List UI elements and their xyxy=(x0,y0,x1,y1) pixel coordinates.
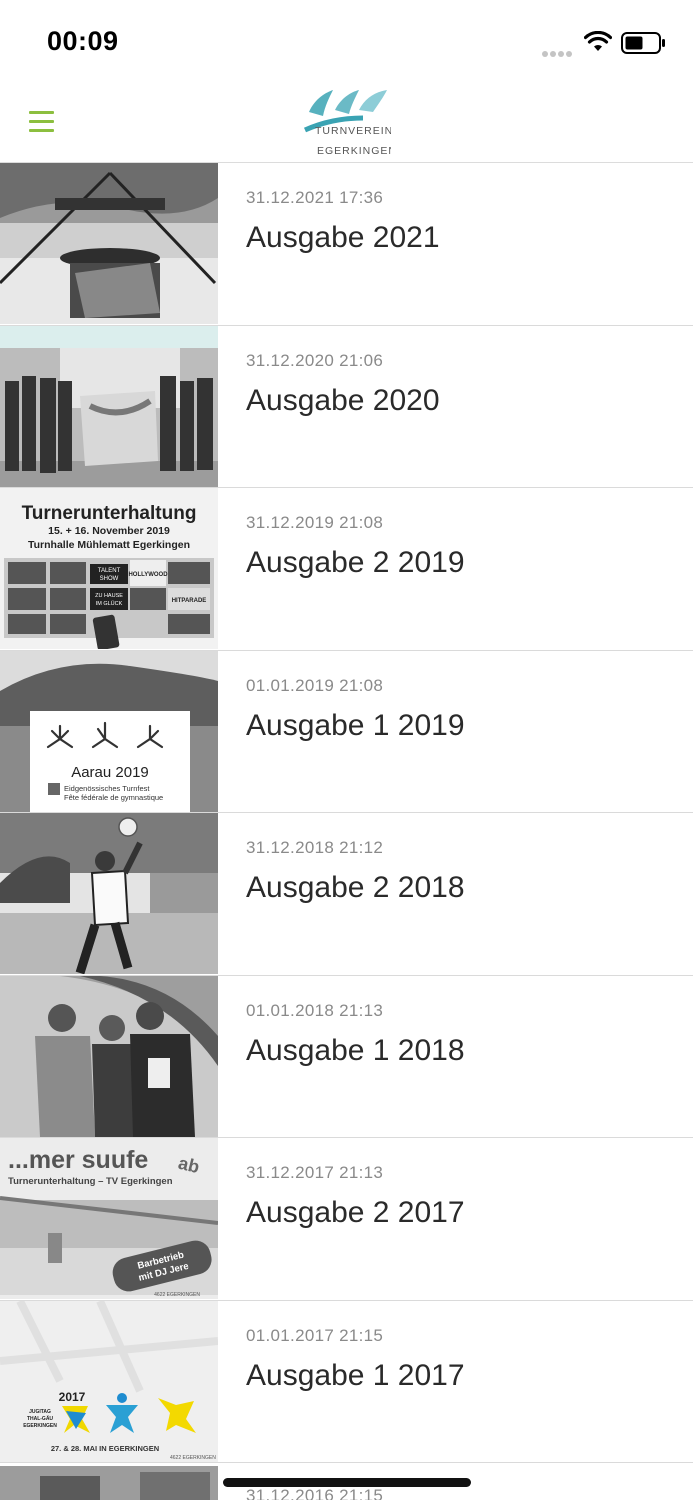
thumb-tile-label: HOLLYWOOD xyxy=(128,572,168,578)
issue-title: Ausgabe 2021 xyxy=(246,221,440,254)
logo-text-line1: TURNVEREIN xyxy=(315,125,391,137)
thumb-heading: ...mer suufe xyxy=(8,1146,148,1174)
issue-title: Ausgabe 2 2019 xyxy=(246,546,465,579)
issue-title: Ausgabe 1 2017 xyxy=(246,1358,465,1392)
thumb-tile-label: IM GLÜCK xyxy=(96,600,123,607)
thumb-caption: 27. & 28. MAI IN EGERKINGEN xyxy=(51,1444,159,1453)
thumb-subline: 15. + 16. November 2019 xyxy=(48,525,170,537)
issue-date: 31.12.2017 21:13 xyxy=(246,1163,384,1182)
thumb-logo-text: JUGITAG xyxy=(29,1409,51,1415)
thumb-tile-label: ZU HAUSE xyxy=(95,593,123,599)
thumb-subline: Turnhalle Mühlematt Egerkingen xyxy=(28,539,190,551)
logo-text-line2: EGERKINGEN xyxy=(317,145,391,157)
thumb-footer: 4622 EGERKINGEN xyxy=(170,1455,216,1461)
wifi-icon xyxy=(584,31,612,51)
issue-date: 31.12.2019 21:08 xyxy=(246,513,384,532)
list-item[interactable]: Aarau 2019 Eidgenössisches Turnfest Fête… xyxy=(0,650,693,813)
issue-thumbnail: 2017 JUGITAG THAL-GÄU EGERKINGEN 27. & 2… xyxy=(0,1300,218,1462)
issue-title: Ausgabe 1 2018 xyxy=(246,1033,465,1067)
turnverein-egerkingen-logo: TURNVEREIN EGERKINGEN xyxy=(303,90,391,157)
issue-thumbnail xyxy=(0,325,218,487)
cellular-signal-icon xyxy=(542,44,574,62)
issue-list[interactable]: 31.12.2021 17:36 Ausgabe 2021 31.12.2020… xyxy=(0,163,693,1463)
thumb-subline: Fête fédérale de gymnastique xyxy=(64,793,163,802)
issue-thumbnail xyxy=(0,975,218,1137)
issue-thumbnail xyxy=(0,813,218,974)
issue-thumbnail: Aarau 2019 Eidgenössisches Turnfest Fête… xyxy=(0,650,218,812)
list-item[interactable]: ...mer suufe ab Turnerunterhaltung – TV … xyxy=(0,1138,693,1301)
issue-title: Ausgabe 1 2019 xyxy=(246,708,465,742)
thumb-tile-label: SHOW xyxy=(100,576,119,582)
thumb-heading: Aarau 2019 xyxy=(71,764,149,781)
issue-date: 31.12.2021 17:36 xyxy=(246,188,384,207)
issue-title: Ausgabe 2020 xyxy=(246,383,440,417)
thumb-tile-label: HITPARADE xyxy=(172,598,207,604)
app-header: TURNVEREIN EGERKINGEN xyxy=(0,88,693,163)
list-item[interactable]: 2017 JUGITAG THAL-GÄU EGERKINGEN 27. & 2… xyxy=(0,1300,693,1463)
hamburger-menu-button[interactable] xyxy=(26,108,58,136)
issue-date: 01.01.2018 21:13 xyxy=(246,1000,384,1020)
thumb-footer: 4622 EGERKINGEN xyxy=(154,1292,200,1298)
thumb-subline: Eidgenössisches Turnfest xyxy=(64,784,150,793)
issue-date: 01.01.2019 21:08 xyxy=(246,675,384,695)
issue-thumbnail: Turnerunterhaltung 15. + 16. November 20… xyxy=(0,488,218,649)
list-item[interactable]: 31.12.2021 17:36 Ausgabe 2021 xyxy=(0,163,693,326)
thumb-year: 2017 xyxy=(59,1390,86,1404)
status-time: 00:09 xyxy=(47,26,119,56)
thumb-heading: Turnerunterhaltung xyxy=(22,503,197,524)
list-item[interactable]: 31.12.2020 21:06 Ausgabe 2020 xyxy=(0,325,693,488)
issue-title: Ausgabe 2 2017 xyxy=(246,1196,465,1229)
home-indicator[interactable] xyxy=(223,1478,471,1487)
thumb-tile-label: TALENT xyxy=(98,568,121,574)
issue-date: 31.12.2016 21:15 xyxy=(246,1486,384,1500)
issue-thumbnail xyxy=(0,163,218,324)
thumb-logo-text: EGERKINGEN xyxy=(23,1423,57,1429)
battery-icon xyxy=(621,32,665,54)
status-bar: 00:09 xyxy=(0,0,693,88)
issue-date: 31.12.2020 21:06 xyxy=(246,350,384,370)
issue-date: 31.12.2018 21:12 xyxy=(246,838,384,857)
list-item[interactable]: 31.12.2018 21:12 Ausgabe 2 2018 xyxy=(0,813,693,976)
thumb-logo-text: THAL-GÄU xyxy=(27,1415,53,1422)
issue-date: 01.01.2017 21:15 xyxy=(246,1325,384,1345)
issue-thumbnail: ...mer suufe ab Turnerunterhaltung – TV … xyxy=(0,1138,218,1299)
list-item[interactable]: 01.01.2018 21:13 Ausgabe 1 2018 xyxy=(0,975,693,1138)
list-item[interactable]: Turnerunterhaltung 15. + 16. November 20… xyxy=(0,488,693,651)
issue-title: Ausgabe 2 2018 xyxy=(246,871,465,904)
thumb-subline: Turnerunterhaltung – TV Egerkingen xyxy=(8,1176,173,1187)
issue-thumbnail xyxy=(0,1466,218,1500)
